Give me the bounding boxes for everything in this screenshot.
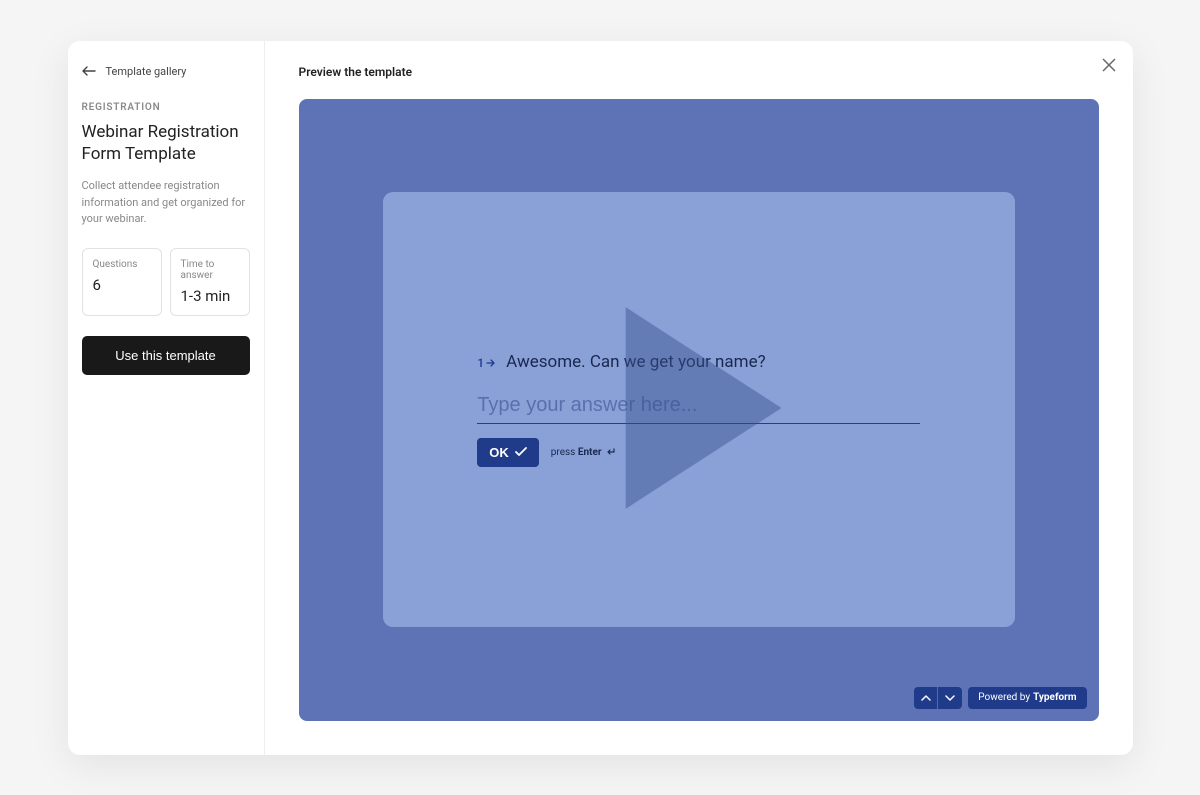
arrow-left-icon [82,66,96,76]
play-button[interactable] [604,298,794,522]
chevron-down-icon [945,694,955,702]
stat-time-value: 1-3 min [181,287,239,305]
template-description: Collect attendee registration informatio… [82,178,250,228]
powered-by-badge[interactable]: Powered by Typeform [968,687,1086,709]
bottom-controls: Powered by Typeform [914,687,1086,709]
powered-prefix: Powered by [978,692,1030,703]
nav-buttons [914,687,962,709]
question-number-text: 1 [477,356,484,370]
stats-row: Questions 6 Time to answer 1-3 min [82,248,250,316]
template-title: Webinar Registration Form Template [82,121,250,167]
chevron-up-icon [921,694,931,702]
nav-up-button[interactable] [914,687,938,709]
preview-frame-outer: 1 Awesome. Can we get your name? OK pres… [299,99,1099,721]
back-link[interactable]: Template gallery [82,65,250,78]
category-label: REGISTRATION [82,102,250,113]
main-area: Preview the template 1 Awesome. Can we g… [265,41,1133,755]
check-icon [515,447,527,457]
close-icon [1102,58,1116,72]
template-modal: Template gallery REGISTRATION Webinar Re… [68,41,1133,755]
stat-time: Time to answer 1-3 min [170,248,250,316]
question-number: 1 [477,356,496,370]
ok-button-label: OK [489,445,509,460]
ok-button[interactable]: OK [477,438,539,467]
nav-down-button[interactable] [938,687,962,709]
stat-questions: Questions 6 [82,248,162,316]
arrow-right-icon [486,359,496,367]
stat-questions-label: Questions [93,259,151,270]
play-icon [604,298,794,518]
use-template-button[interactable]: Use this template [82,336,250,375]
close-button[interactable] [1099,55,1119,75]
enter-hint-key: Enter [578,447,602,458]
enter-hint-prefix: press [551,447,578,458]
powered-brand: Typeform [1033,692,1076,703]
sidebar: Template gallery REGISTRATION Webinar Re… [68,41,265,755]
back-link-label: Template gallery [106,65,187,78]
stat-questions-value: 6 [93,276,151,294]
stat-time-label: Time to answer [181,259,239,281]
preview-heading: Preview the template [299,65,1099,79]
